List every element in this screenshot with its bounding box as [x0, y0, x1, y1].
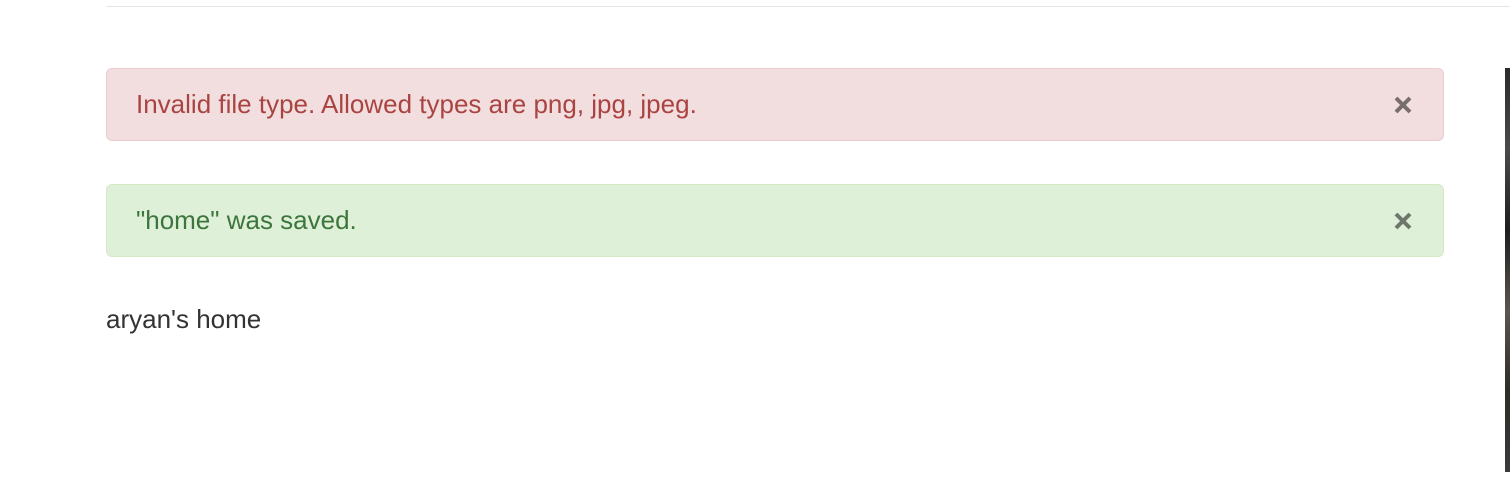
- close-icon: [1394, 96, 1412, 113]
- success-alert: "home" was saved.: [106, 184, 1444, 257]
- top-divider: [106, 6, 1510, 7]
- page: Invalid file type. Allowed types are png…: [0, 0, 1510, 500]
- partial-image: [1505, 68, 1510, 472]
- error-alert: Invalid file type. Allowed types are png…: [106, 68, 1444, 141]
- success-alert-message: "home" was saved.: [136, 205, 357, 235]
- error-alert-message: Invalid file type. Allowed types are png…: [136, 89, 697, 119]
- error-alert-close-button[interactable]: [1391, 93, 1415, 117]
- home-title: aryan's home: [106, 304, 262, 334]
- success-alert-close-button[interactable]: [1391, 209, 1415, 233]
- close-icon: [1394, 212, 1412, 229]
